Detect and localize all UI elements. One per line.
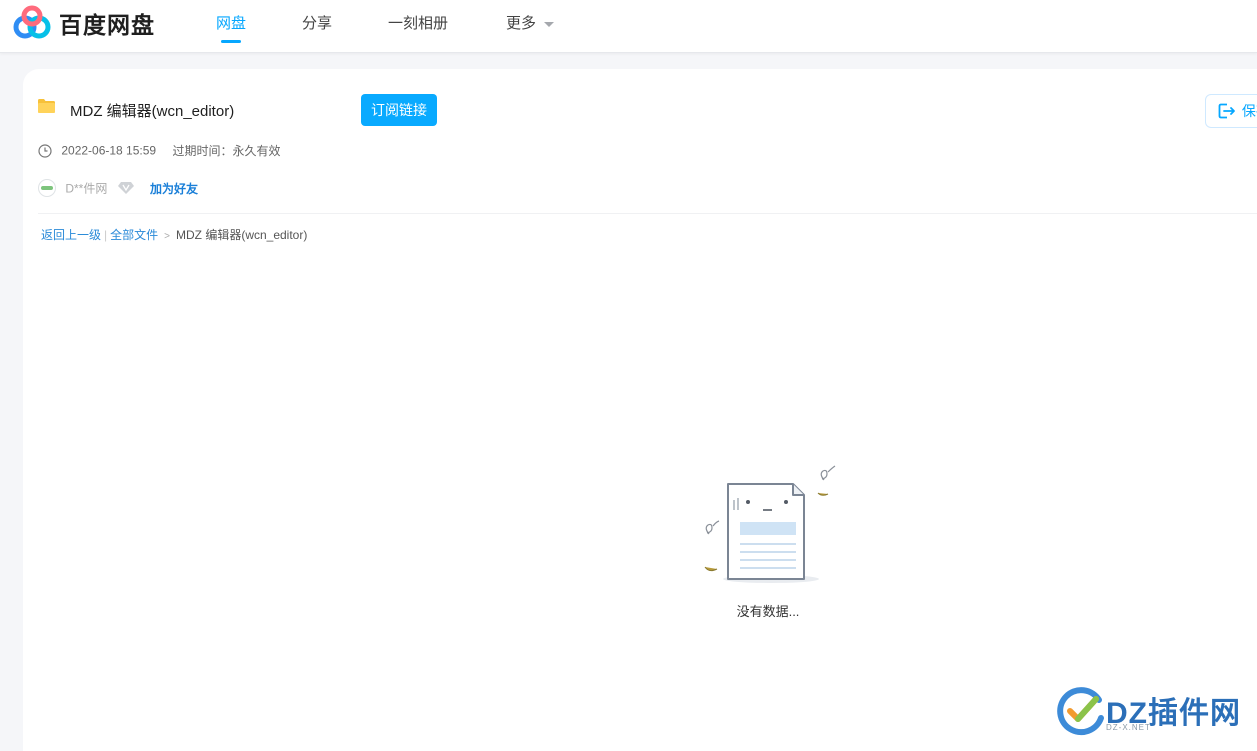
nav-tab-share[interactable]: 分享 xyxy=(302,12,332,46)
nav-tab-more[interactable]: 更多 xyxy=(506,12,555,46)
add-friend-link[interactable]: 加为好友 xyxy=(150,182,198,196)
save-export-icon xyxy=(1218,103,1235,119)
expire-time: 过期时间：永久有效 xyxy=(172,144,281,158)
breadcrumb-all-files-link[interactable]: 全部文件 xyxy=(110,228,158,242)
avatar[interactable] xyxy=(38,179,56,197)
nav-tab-label: 一刻相册 xyxy=(388,15,449,32)
empty-state-text: 没有数据... xyxy=(736,604,800,619)
breadcrumb: 返回上一级 | 全部文件 > MDZ 编辑器(wcn_editor) xyxy=(41,226,307,243)
folder-icon xyxy=(38,99,55,113)
subscribe-link-button[interactable]: 订阅链接 xyxy=(361,94,437,126)
watermark-subtext: DZ-X.NET xyxy=(1106,723,1151,732)
sharer-name[interactable]: D**件网 xyxy=(65,182,107,196)
share-date: 2022-06-18 15:59 xyxy=(61,143,157,158)
breadcrumb-current: MDZ 编辑器(wcn_editor) xyxy=(176,228,308,242)
top-navbar: 百度网盘 网盘 分享 一刻相册 更多 xyxy=(0,0,1257,53)
brand-name[interactable]: 百度网盘 xyxy=(59,6,155,40)
site-watermark: DZ插件网 DZ-X.NET xyxy=(1056,683,1246,743)
breadcrumb-back-link[interactable]: 返回上一级 xyxy=(41,228,101,242)
empty-document-illustration xyxy=(704,465,836,583)
save-button-label: 保存 xyxy=(1241,103,1257,119)
sharer-info: D**件网 加为好友 xyxy=(38,179,198,197)
caret-down-icon xyxy=(544,21,555,27)
baidu-netdisk-logo-icon[interactable] xyxy=(12,5,52,41)
nav-tab-label: 分享 xyxy=(302,15,333,32)
nav-tab-label: 网盘 xyxy=(216,15,247,32)
share-content-card: MDZ 编辑器(wcn_editor) 订阅链接 保存 2022-06-18 1… xyxy=(23,69,1257,751)
vip-diamond-icon xyxy=(117,182,134,194)
save-to-netdisk-button[interactable]: 保存 xyxy=(1205,94,1257,128)
nav-tab-netdisk[interactable]: 网盘 xyxy=(216,12,246,46)
divider xyxy=(38,213,1257,214)
watermark-check-icon xyxy=(1057,687,1104,736)
clock-icon xyxy=(38,143,52,158)
active-tab-indicator xyxy=(221,40,241,43)
nav-tab-label: 更多 xyxy=(506,15,537,32)
share-meta-row: 2022-06-18 15:59 过期时间：永久有效 xyxy=(38,142,280,159)
breadcrumb-separator: > xyxy=(164,231,170,242)
nav-tab-album[interactable]: 一刻相册 xyxy=(388,12,448,46)
breadcrumb-divider: | xyxy=(104,228,108,242)
folder-title: MDZ 编辑器(wcn_editor) xyxy=(70,103,235,120)
